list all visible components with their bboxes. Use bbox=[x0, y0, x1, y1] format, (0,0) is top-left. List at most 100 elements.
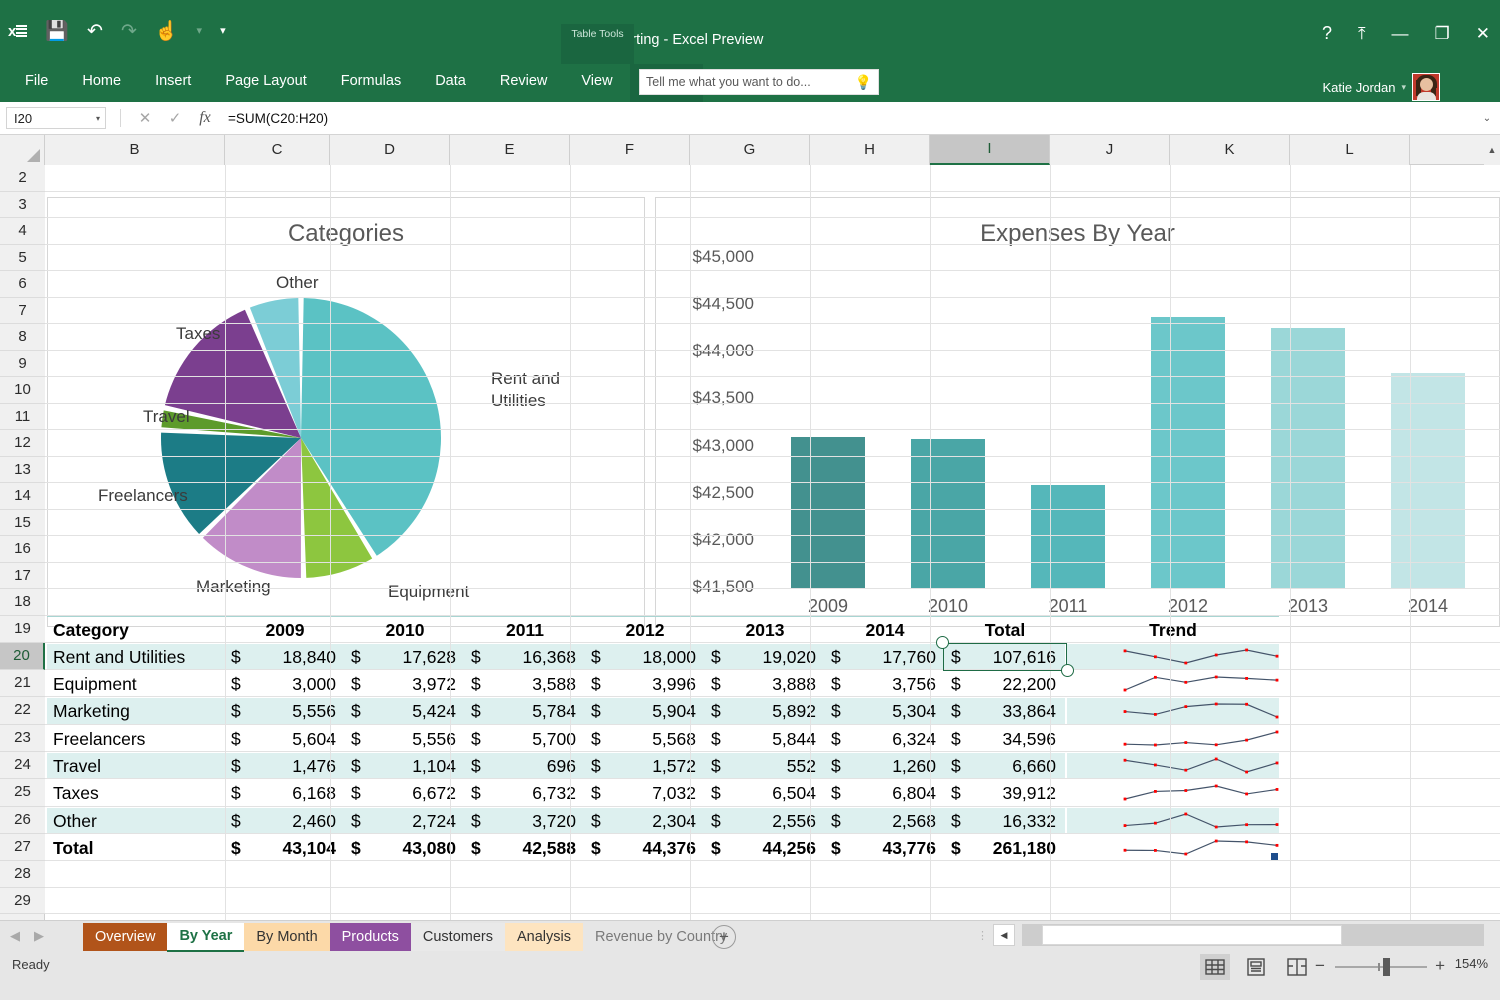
tell-me-box[interactable]: Tell me what you want to do... 💡 bbox=[639, 69, 879, 95]
normal-view-button[interactable] bbox=[1200, 954, 1230, 980]
hscroll-left-button[interactable]: ◀ bbox=[993, 924, 1015, 946]
ribbon-tab-formulas[interactable]: Formulas bbox=[324, 64, 418, 102]
zoom-slider[interactable]: − + bbox=[1315, 958, 1445, 976]
row-header-5[interactable]: 5 bbox=[0, 245, 45, 272]
table-header-2010[interactable]: 2010 bbox=[345, 617, 465, 644]
row-header-4[interactable]: 4 bbox=[0, 218, 45, 245]
table-cell-category[interactable]: Equipment bbox=[47, 671, 225, 698]
column-header-B[interactable]: B bbox=[45, 135, 225, 165]
table-cell-currency-symbol[interactable]: $ bbox=[585, 644, 605, 671]
row-header-21[interactable]: 21 bbox=[0, 670, 45, 697]
table-cell-currency-symbol[interactable]: $ bbox=[225, 726, 245, 753]
ribbon-tab-data[interactable]: Data bbox=[418, 64, 483, 102]
restore-icon[interactable]: ❐ bbox=[1435, 25, 1450, 42]
table-cell-currency-symbol[interactable]: $ bbox=[825, 671, 845, 698]
sheet-tab-customers[interactable]: Customers bbox=[411, 923, 505, 951]
table-cell-currency-symbol[interactable]: $ bbox=[225, 671, 245, 698]
column-header-F[interactable]: F bbox=[570, 135, 690, 165]
column-header-J[interactable]: J bbox=[1050, 135, 1170, 165]
row-header-19[interactable]: 19 bbox=[0, 616, 45, 643]
table-cell-currency-symbol[interactable]: $ bbox=[705, 808, 725, 835]
zoom-track[interactable] bbox=[1335, 966, 1427, 968]
sheet-nav-next-icon[interactable]: ▶ bbox=[34, 928, 44, 944]
row-header-15[interactable]: 15 bbox=[0, 510, 45, 537]
table-cell-currency-symbol[interactable]: $ bbox=[225, 780, 245, 807]
row-header-23[interactable]: 23 bbox=[0, 725, 45, 752]
row-header-11[interactable]: 11 bbox=[0, 404, 45, 431]
table-cell-currency-symbol[interactable]: $ bbox=[825, 644, 845, 671]
undo-icon[interactable]: ↶ bbox=[87, 22, 103, 41]
table-cell-currency-symbol[interactable]: $ bbox=[705, 780, 725, 807]
ribbon-display-options-icon[interactable]: ⤒ bbox=[1358, 25, 1366, 42]
row-header-2[interactable]: 2 bbox=[0, 165, 45, 192]
minimize-icon[interactable]: — bbox=[1392, 25, 1409, 42]
table-cell-currency-symbol[interactable]: $ bbox=[345, 835, 365, 862]
expand-formula-bar-icon[interactable]: ⌄ bbox=[1474, 113, 1500, 124]
vscroll-up-icon[interactable]: ▲ bbox=[1484, 135, 1500, 165]
row-header-6[interactable]: 6 bbox=[0, 271, 45, 298]
table-header-2009[interactable]: 2009 bbox=[225, 617, 345, 644]
sheet-nav-prev-icon[interactable]: ◀ bbox=[10, 928, 20, 944]
table-cell-currency-symbol[interactable]: $ bbox=[345, 808, 365, 835]
table-cell-currency-symbol[interactable]: $ bbox=[345, 671, 365, 698]
table-cell-currency-symbol[interactable]: $ bbox=[465, 671, 485, 698]
table-cell-currency-symbol[interactable]: $ bbox=[825, 808, 845, 835]
column-header-L[interactable]: L bbox=[1290, 135, 1410, 165]
table-cell-currency-symbol[interactable]: $ bbox=[465, 726, 485, 753]
ribbon-tab-home[interactable]: Home bbox=[65, 64, 138, 102]
selection-handle-top-left[interactable] bbox=[936, 636, 949, 649]
row-header-12[interactable]: 12 bbox=[0, 430, 45, 457]
row-header-9[interactable]: 9 bbox=[0, 351, 45, 378]
zoom-thumb[interactable] bbox=[1383, 958, 1390, 976]
ribbon-tab-insert[interactable]: Insert bbox=[138, 64, 208, 102]
row-header-18[interactable]: 18 bbox=[0, 589, 45, 616]
table-cell-currency-symbol[interactable]: $ bbox=[225, 698, 245, 725]
table-cell-currency-symbol[interactable]: $ bbox=[825, 835, 845, 862]
row-header-20[interactable]: 20 bbox=[0, 643, 45, 670]
expenses-by-year-bar-chart[interactable]: Expenses By Year $45,000$44,500$44,000$4… bbox=[655, 197, 1500, 627]
table-header-2011[interactable]: 2011 bbox=[465, 617, 585, 644]
scroll-split-handle[interactable]: ⋮ bbox=[977, 929, 988, 942]
row-header-24[interactable]: 24 bbox=[0, 752, 45, 779]
table-cell-currency-symbol[interactable]: $ bbox=[225, 808, 245, 835]
column-header-I[interactable]: I bbox=[930, 135, 1050, 165]
cancel-formula-icon[interactable]: ✕ bbox=[130, 109, 160, 127]
ribbon-tab-page-layout[interactable]: Page Layout bbox=[208, 64, 323, 102]
enter-formula-icon[interactable]: ✓ bbox=[160, 109, 190, 127]
customize-qat-icon[interactable]: ▾ bbox=[220, 26, 226, 37]
row-header-14[interactable]: 14 bbox=[0, 483, 45, 510]
selected-cell-I20[interactable] bbox=[943, 643, 1067, 671]
row-header-27[interactable]: 27 bbox=[0, 834, 45, 861]
table-header-trend[interactable]: Trend bbox=[1067, 617, 1279, 644]
table-cell-currency-symbol[interactable]: $ bbox=[705, 671, 725, 698]
table-cell-currency-symbol[interactable]: $ bbox=[585, 808, 605, 835]
table-cell-currency-symbol[interactable]: $ bbox=[825, 726, 845, 753]
column-header-C[interactable]: C bbox=[225, 135, 330, 165]
zoom-in-button[interactable]: + bbox=[1435, 957, 1445, 975]
table-cell-currency-symbol[interactable]: $ bbox=[705, 753, 725, 780]
add-sheet-button[interactable]: + bbox=[712, 925, 736, 949]
table-header-2014[interactable]: 2014 bbox=[825, 617, 945, 644]
formula-input[interactable] bbox=[228, 107, 1474, 129]
table-cell-currency-symbol[interactable]: $ bbox=[705, 835, 725, 862]
sheet-tab-products[interactable]: Products bbox=[330, 923, 411, 951]
table-cell-category[interactable]: Other bbox=[47, 808, 225, 835]
row-header-8[interactable]: 8 bbox=[0, 324, 45, 351]
sheet-tab-analysis[interactable]: Analysis bbox=[505, 923, 583, 951]
redo-icon[interactable]: ↷ bbox=[121, 22, 137, 41]
table-cell-currency-symbol[interactable]: $ bbox=[945, 671, 965, 698]
table-cell-currency-symbol[interactable]: $ bbox=[825, 753, 845, 780]
table-cell-currency-symbol[interactable]: $ bbox=[705, 644, 725, 671]
table-header-total[interactable]: Total bbox=[945, 617, 1065, 644]
hscroll-thumb[interactable] bbox=[1042, 925, 1342, 945]
table-cell-currency-symbol[interactable]: $ bbox=[945, 835, 965, 862]
table-cell-category[interactable]: Total bbox=[47, 835, 225, 862]
table-header-2012[interactable]: 2012 bbox=[585, 617, 705, 644]
page-break-view-button[interactable] bbox=[1282, 954, 1312, 980]
table-cell-currency-symbol[interactable]: $ bbox=[345, 698, 365, 725]
column-header-D[interactable]: D bbox=[330, 135, 450, 165]
column-header-E[interactable]: E bbox=[450, 135, 570, 165]
touch-mode-caret-icon[interactable]: ▾ bbox=[197, 26, 203, 37]
row-header-7[interactable]: 7 bbox=[0, 298, 45, 325]
table-cell-currency-symbol[interactable]: $ bbox=[465, 808, 485, 835]
